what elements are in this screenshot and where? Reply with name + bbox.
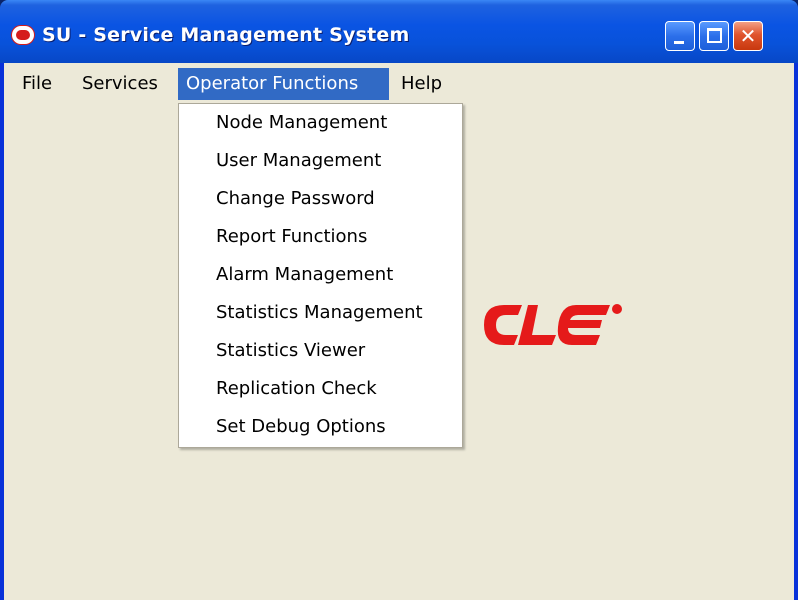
window-title: SU - Service Management System bbox=[42, 24, 410, 46]
menu-operator-functions-label: Operator Functions bbox=[186, 73, 359, 94]
menu-services-label: Services bbox=[82, 73, 158, 94]
menu-help-label: Help bbox=[401, 73, 443, 94]
menu-item-statistics-viewer[interactable]: Statistics Viewer bbox=[216, 334, 365, 368]
title-bar[interactable]: SU - Service Management System ✕ bbox=[0, 0, 798, 63]
close-button[interactable]: ✕ bbox=[733, 21, 763, 51]
window-right-border bbox=[794, 63, 798, 600]
menu-services[interactable]: Services bbox=[74, 68, 166, 100]
maximize-button[interactable] bbox=[699, 21, 729, 51]
operator-functions-dropdown: Node Management User Management Change P… bbox=[178, 103, 463, 448]
close-icon: ✕ bbox=[739, 24, 757, 48]
menu-help[interactable]: Help bbox=[393, 68, 450, 100]
oracle-o-icon bbox=[12, 26, 34, 44]
menu-file[interactable]: File bbox=[14, 68, 60, 100]
maximize-icon bbox=[707, 28, 722, 43]
oracle-logo-letter-l bbox=[518, 305, 556, 345]
application-window: SU - Service Management System ✕ File Se… bbox=[0, 0, 798, 600]
oracle-logo-letter-e bbox=[557, 305, 610, 345]
menu-item-statistics-management[interactable]: Statistics Management bbox=[216, 296, 423, 330]
menu-operator-functions[interactable]: Operator Functions bbox=[178, 68, 389, 100]
minimize-button[interactable] bbox=[665, 21, 695, 51]
menu-file-label: File bbox=[22, 73, 53, 94]
menu-item-replication-check[interactable]: Replication Check bbox=[216, 372, 377, 406]
oracle-logo-letter-c bbox=[484, 305, 522, 345]
menu-item-user-management[interactable]: User Management bbox=[216, 144, 381, 178]
registered-mark-icon bbox=[612, 304, 622, 314]
minimize-icon bbox=[674, 41, 684, 44]
menu-item-report-functions[interactable]: Report Functions bbox=[216, 220, 367, 254]
menu-item-node-management[interactable]: Node Management bbox=[216, 106, 387, 140]
menu-bar: File Services Operator Functions Help bbox=[4, 63, 794, 103]
menu-item-change-password[interactable]: Change Password bbox=[216, 182, 375, 216]
menu-item-alarm-management[interactable]: Alarm Management bbox=[216, 258, 393, 292]
menu-item-set-debug-options[interactable]: Set Debug Options bbox=[216, 410, 386, 444]
client-area: File Services Operator Functions Help No… bbox=[4, 63, 794, 600]
